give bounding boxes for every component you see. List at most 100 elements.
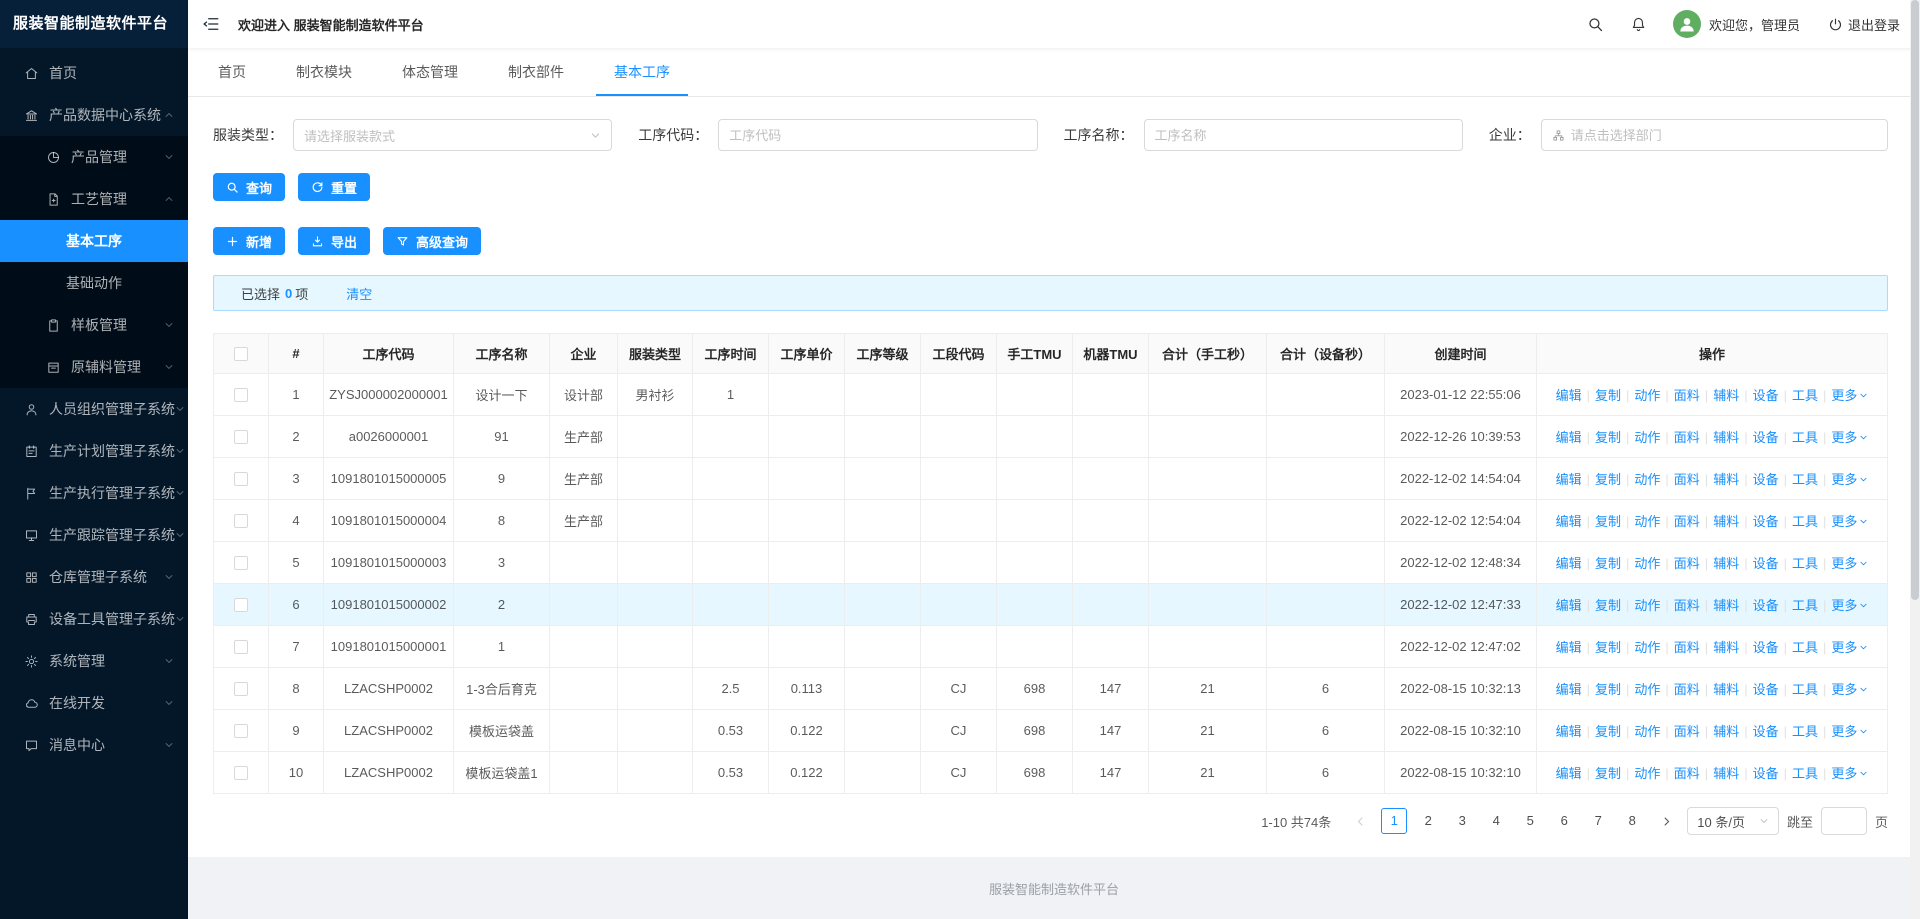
row-checkbox[interactable] — [234, 556, 248, 571]
page-scrollbar[interactable] — [1910, 0, 1920, 919]
row-checkbox[interactable] — [234, 514, 248, 529]
row-action-工具[interactable]: 工具 — [1792, 556, 1818, 571]
row-action-设备[interactable]: 设备 — [1753, 766, 1779, 781]
row-action-设备[interactable]: 设备 — [1753, 640, 1779, 655]
sidebar-item-生产执行管理子系统[interactable]: 生产执行管理子系统 — [0, 472, 188, 514]
page-button-1[interactable]: 1 — [1381, 808, 1408, 834]
row-action-工具[interactable]: 工具 — [1792, 388, 1818, 403]
row-action-动作[interactable]: 动作 — [1634, 766, 1660, 781]
row-action-设备[interactable]: 设备 — [1753, 514, 1779, 529]
row-action-辅料[interactable]: 辅料 — [1713, 766, 1739, 781]
row-action-面料[interactable]: 面料 — [1674, 430, 1700, 445]
sidebar-item-基础动作[interactable]: 基础动作 — [0, 262, 188, 304]
row-action-辅料[interactable]: 辅料 — [1713, 556, 1739, 571]
row-action-编辑[interactable]: 编辑 — [1556, 472, 1582, 487]
page-size-select[interactable]: 10 条/页 — [1687, 807, 1779, 835]
sidebar-item-工艺管理[interactable]: 工艺管理 — [0, 178, 188, 220]
row-action-更多[interactable]: 更多 — [1831, 724, 1868, 739]
row-action-动作[interactable]: 动作 — [1634, 724, 1660, 739]
row-checkbox[interactable] — [234, 472, 248, 487]
row-action-面料[interactable]: 面料 — [1674, 766, 1700, 781]
row-action-工具[interactable]: 工具 — [1792, 724, 1818, 739]
sidebar-item-基本工序[interactable]: 基本工序 — [0, 220, 188, 262]
process-name-input[interactable] — [1143, 119, 1463, 151]
row-action-工具[interactable]: 工具 — [1792, 682, 1818, 697]
row-action-编辑[interactable]: 编辑 — [1556, 724, 1582, 739]
row-action-辅料[interactable]: 辅料 — [1713, 388, 1739, 403]
row-action-编辑[interactable]: 编辑 — [1556, 388, 1582, 403]
row-action-动作[interactable]: 动作 — [1634, 514, 1660, 529]
sidebar-item-生产计划管理子系统[interactable]: 生产计划管理子系统 — [0, 430, 188, 472]
row-action-更多[interactable]: 更多 — [1831, 640, 1868, 655]
row-action-工具[interactable]: 工具 — [1792, 430, 1818, 445]
prev-page-button[interactable] — [1347, 808, 1373, 834]
row-action-更多[interactable]: 更多 — [1831, 514, 1868, 529]
row-checkbox[interactable] — [234, 640, 248, 655]
sidebar-item-首页[interactable]: 首页 — [0, 52, 188, 94]
sidebar-item-消息中心[interactable]: 消息中心 — [0, 724, 188, 766]
next-page-button[interactable] — [1653, 808, 1679, 834]
export-button[interactable]: 导出 — [298, 227, 371, 255]
row-checkbox[interactable] — [234, 430, 248, 445]
row-action-辅料[interactable]: 辅料 — [1713, 724, 1739, 739]
process-code-input[interactable] — [718, 119, 1038, 151]
row-action-更多[interactable]: 更多 — [1831, 598, 1868, 613]
row-action-辅料[interactable]: 辅料 — [1713, 682, 1739, 697]
row-action-复制[interactable]: 复制 — [1595, 682, 1621, 697]
menu-fold-icon[interactable] — [202, 15, 220, 33]
row-action-辅料[interactable]: 辅料 — [1713, 598, 1739, 613]
row-checkbox[interactable] — [234, 682, 248, 697]
row-action-面料[interactable]: 面料 — [1674, 388, 1700, 403]
sidebar-item-仓库管理子系统[interactable]: 仓库管理子系统 — [0, 556, 188, 598]
add-button[interactable]: 新增 — [213, 227, 286, 255]
row-action-编辑[interactable]: 编辑 — [1556, 682, 1582, 697]
tab-基本工序[interactable]: 基本工序 — [596, 48, 688, 96]
row-action-设备[interactable]: 设备 — [1753, 388, 1779, 403]
row-action-工具[interactable]: 工具 — [1792, 514, 1818, 529]
row-action-动作[interactable]: 动作 — [1634, 430, 1660, 445]
row-action-动作[interactable]: 动作 — [1634, 598, 1660, 613]
jump-page-input[interactable] — [1820, 807, 1867, 835]
row-action-面料[interactable]: 面料 — [1674, 682, 1700, 697]
row-action-辅料[interactable]: 辅料 — [1713, 514, 1739, 529]
row-action-动作[interactable]: 动作 — [1634, 556, 1660, 571]
scrollbar-thumb[interactable] — [1911, 0, 1919, 600]
row-action-编辑[interactable]: 编辑 — [1556, 598, 1582, 613]
row-checkbox[interactable] — [234, 766, 248, 781]
clear-selection-link[interactable]: 清空 — [346, 284, 372, 303]
sidebar-item-人员组织管理子系统[interactable]: 人员组织管理子系统 — [0, 388, 188, 430]
sidebar-item-原辅料管理[interactable]: 原辅料管理 — [0, 346, 188, 388]
row-action-设备[interactable]: 设备 — [1753, 430, 1779, 445]
row-action-设备[interactable]: 设备 — [1753, 682, 1779, 697]
enterprise-field[interactable] — [1570, 127, 1877, 143]
page-button-4[interactable]: 4 — [1483, 808, 1509, 834]
row-action-工具[interactable]: 工具 — [1792, 766, 1818, 781]
sidebar-item-产品管理[interactable]: 产品管理 — [0, 136, 188, 178]
page-button-6[interactable]: 6 — [1551, 808, 1577, 834]
select-all-checkbox[interactable] — [234, 347, 248, 362]
process-name-field[interactable] — [1154, 127, 1452, 143]
tab-首页[interactable]: 首页 — [214, 48, 250, 96]
row-action-面料[interactable]: 面料 — [1674, 724, 1700, 739]
row-action-面料[interactable]: 面料 — [1674, 640, 1700, 655]
enterprise-input[interactable] — [1540, 119, 1888, 151]
row-action-设备[interactable]: 设备 — [1753, 556, 1779, 571]
tab-制衣模块[interactable]: 制衣模块 — [292, 48, 356, 96]
page-button-2[interactable]: 2 — [1415, 808, 1441, 834]
row-action-编辑[interactable]: 编辑 — [1556, 766, 1582, 781]
row-action-面料[interactable]: 面料 — [1674, 472, 1700, 487]
row-action-动作[interactable]: 动作 — [1634, 682, 1660, 697]
row-action-面料[interactable]: 面料 — [1674, 514, 1700, 529]
tab-制衣部件[interactable]: 制衣部件 — [504, 48, 568, 96]
garment-type-select[interactable]: 请选择服装款式 — [293, 119, 613, 151]
row-action-复制[interactable]: 复制 — [1595, 598, 1621, 613]
row-action-复制[interactable]: 复制 — [1595, 724, 1621, 739]
row-action-复制[interactable]: 复制 — [1595, 556, 1621, 571]
bell-icon[interactable] — [1630, 16, 1647, 33]
row-action-设备[interactable]: 设备 — [1753, 472, 1779, 487]
row-action-面料[interactable]: 面料 — [1674, 556, 1700, 571]
row-action-工具[interactable]: 工具 — [1792, 640, 1818, 655]
page-button-3[interactable]: 3 — [1449, 808, 1475, 834]
row-action-更多[interactable]: 更多 — [1831, 472, 1868, 487]
row-action-面料[interactable]: 面料 — [1674, 598, 1700, 613]
